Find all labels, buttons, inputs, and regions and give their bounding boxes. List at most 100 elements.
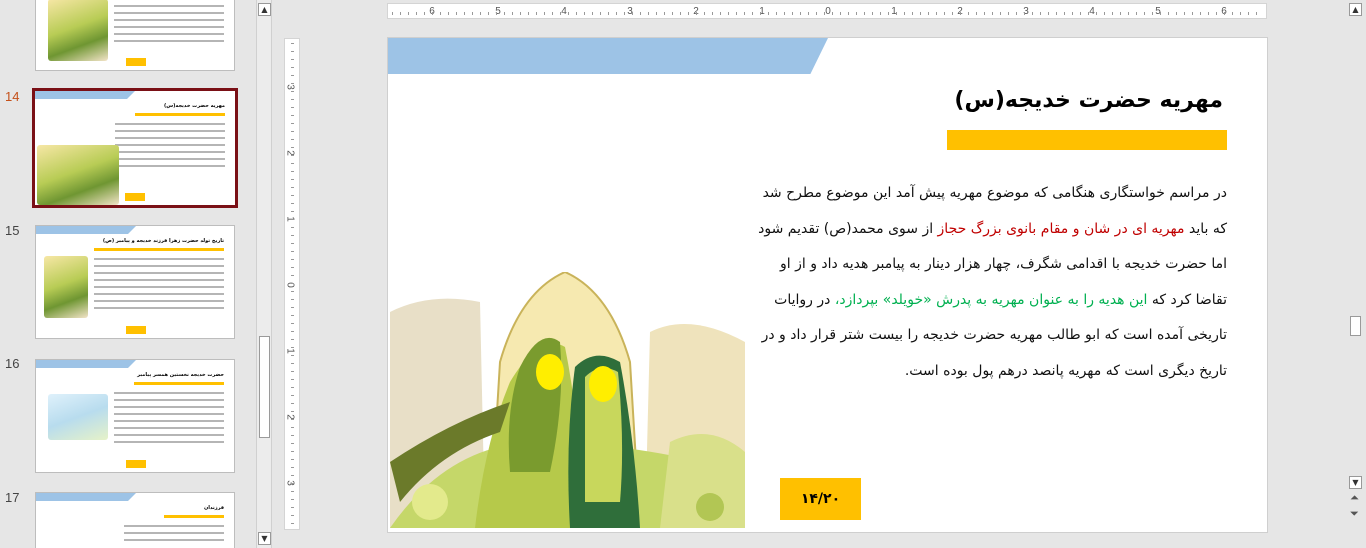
thumbnail-illustration — [44, 256, 88, 318]
double-chevron-down-icon[interactable]: ⏷ — [1350, 508, 1359, 520]
ruler-tick — [291, 43, 294, 44]
ruler-tick — [291, 99, 294, 100]
ruler-tick — [952, 12, 953, 15]
ruler-tick — [291, 171, 294, 172]
vertical-ruler[interactable]: 3210123 — [284, 38, 300, 530]
thumbnail-page-box — [125, 193, 145, 201]
ruler-tick — [936, 12, 937, 15]
ruler-tick — [291, 443, 294, 444]
ruler-tick — [291, 179, 294, 180]
slide-thumbnail-13[interactable] — [35, 0, 235, 71]
slide-thumbnail-17[interactable]: فرزندان — [35, 492, 235, 548]
ruler-tick — [976, 12, 977, 15]
ruler-tick — [960, 12, 961, 15]
ruler-tick — [291, 427, 294, 428]
ruler-tick — [1152, 12, 1153, 15]
slide-thumbnail-pane: 14 مهریه حضرت خدیجه(س) 15 تاریخ تولد حضر… — [0, 0, 256, 548]
ruler-tick — [432, 12, 433, 15]
ruler-label: 0 — [825, 6, 831, 17]
ruler-tick — [291, 243, 294, 244]
ruler-tick — [291, 203, 294, 204]
ruler-tick — [568, 12, 569, 15]
editor-scrollbar[interactable]: ▲ ▼ ⏶ ⏷ — [1346, 0, 1366, 548]
ruler-tick — [291, 195, 294, 196]
ruler-tick — [728, 12, 729, 15]
ruler-tick — [291, 219, 294, 220]
ruler-tick — [1192, 12, 1193, 15]
ruler-tick — [1040, 12, 1041, 15]
ruler-tick — [856, 12, 857, 15]
slide-thumbnail-15[interactable]: تاریخ تولد حضرت زهرا فرزند خدیجه و پیامب… — [35, 225, 235, 339]
ruler-tick — [1088, 12, 1089, 15]
ruler-tick — [291, 91, 294, 92]
thumbnail-page-box — [126, 58, 146, 66]
ruler-tick — [408, 12, 409, 15]
ruler-tick — [656, 12, 657, 15]
ruler-tick — [928, 12, 929, 15]
ruler-tick — [416, 12, 417, 15]
ruler-tick — [1256, 12, 1257, 15]
ruler-tick — [1080, 12, 1081, 15]
thumbnail-illustration — [37, 145, 119, 205]
slide-title[interactable]: مهریه حضرت خدیجه(س) — [954, 88, 1223, 113]
ruler-tick — [291, 267, 294, 268]
ruler-tick — [291, 275, 294, 276]
ruler-tick — [832, 12, 833, 15]
ruler-tick — [291, 283, 294, 284]
ruler-tick — [1048, 12, 1049, 15]
ruler-tick — [291, 187, 294, 188]
ruler-tick — [291, 299, 294, 300]
slide-number-15: 15 — [5, 223, 20, 238]
thumbnail-yellow-bar — [94, 248, 224, 251]
ruler-tick — [552, 12, 553, 15]
thumbnail-text-lines — [124, 525, 224, 546]
ruler-tick — [291, 331, 294, 332]
editor-scrollbar-thumb[interactable] — [1350, 316, 1361, 336]
ruler-tick — [291, 115, 294, 116]
ruler-tick — [488, 12, 489, 15]
thumbnail-illustration — [48, 394, 108, 440]
horizontal-ruler[interactable]: 6543210123456 — [387, 3, 1267, 19]
thumbnail-yellow-bar — [135, 113, 225, 116]
ruler-label: 4 — [1089, 6, 1095, 17]
ruler-tick — [1216, 12, 1217, 15]
double-chevron-up-icon[interactable]: ⏶ — [1350, 492, 1359, 504]
slide-body-text[interactable]: در مراسم خواستگاری هنگامی که موضوع مهریه… — [757, 176, 1227, 389]
ruler-tick — [1024, 12, 1025, 15]
ruler-tick — [752, 12, 753, 15]
slide-thumbnail-14[interactable]: مهریه حضرت خدیجه(س) — [32, 88, 238, 208]
thumbnail-text-lines — [115, 123, 225, 172]
ruler-tick — [291, 347, 294, 348]
triangle-down-icon[interactable]: ▼ — [1349, 476, 1362, 489]
slide-page-number-box[interactable]: ۱۴/۲۰ — [780, 478, 861, 520]
ruler-tick — [592, 12, 593, 15]
ruler-tick — [291, 475, 294, 476]
ruler-tick — [1120, 12, 1121, 15]
thumbnail-scrollbar-thumb[interactable] — [259, 336, 270, 438]
ruler-tick — [696, 12, 697, 15]
triangle-down-icon[interactable]: ▼ — [258, 532, 271, 545]
khadija-illustration — [390, 272, 745, 528]
ruler-tick — [1104, 12, 1105, 15]
thumbnail-scrollbar[interactable]: ▲ ▼ — [256, 0, 272, 548]
ruler-tick — [1064, 12, 1065, 15]
ruler-tick — [904, 12, 905, 15]
triangle-up-icon[interactable]: ▲ — [1349, 3, 1362, 16]
ruler-tick — [291, 291, 294, 292]
slide-thumbnail-16[interactable]: حضرت خدیجه نخستین همسر پیامبر — [35, 359, 235, 473]
ruler-tick — [1240, 12, 1241, 15]
ruler-tick — [616, 12, 617, 15]
slide-canvas[interactable]: مهریه حضرت خدیجه(س) در مراسم خواستگاری ه… — [387, 37, 1268, 533]
ruler-tick — [291, 435, 294, 436]
ruler-tick — [1008, 12, 1009, 15]
ruler-tick — [291, 523, 294, 524]
ruler-tick — [291, 403, 294, 404]
triangle-up-icon[interactable]: ▲ — [258, 3, 271, 16]
thumbnail-title: حضرت خدیجه نخستین همسر پیامبر — [137, 372, 224, 378]
ruler-tick — [1032, 12, 1033, 15]
ruler-tick — [472, 12, 473, 15]
ruler-tick — [1184, 12, 1185, 15]
ruler-label: 3 — [284, 84, 296, 90]
ruler-tick — [1208, 12, 1209, 15]
ruler-tick — [736, 12, 737, 15]
